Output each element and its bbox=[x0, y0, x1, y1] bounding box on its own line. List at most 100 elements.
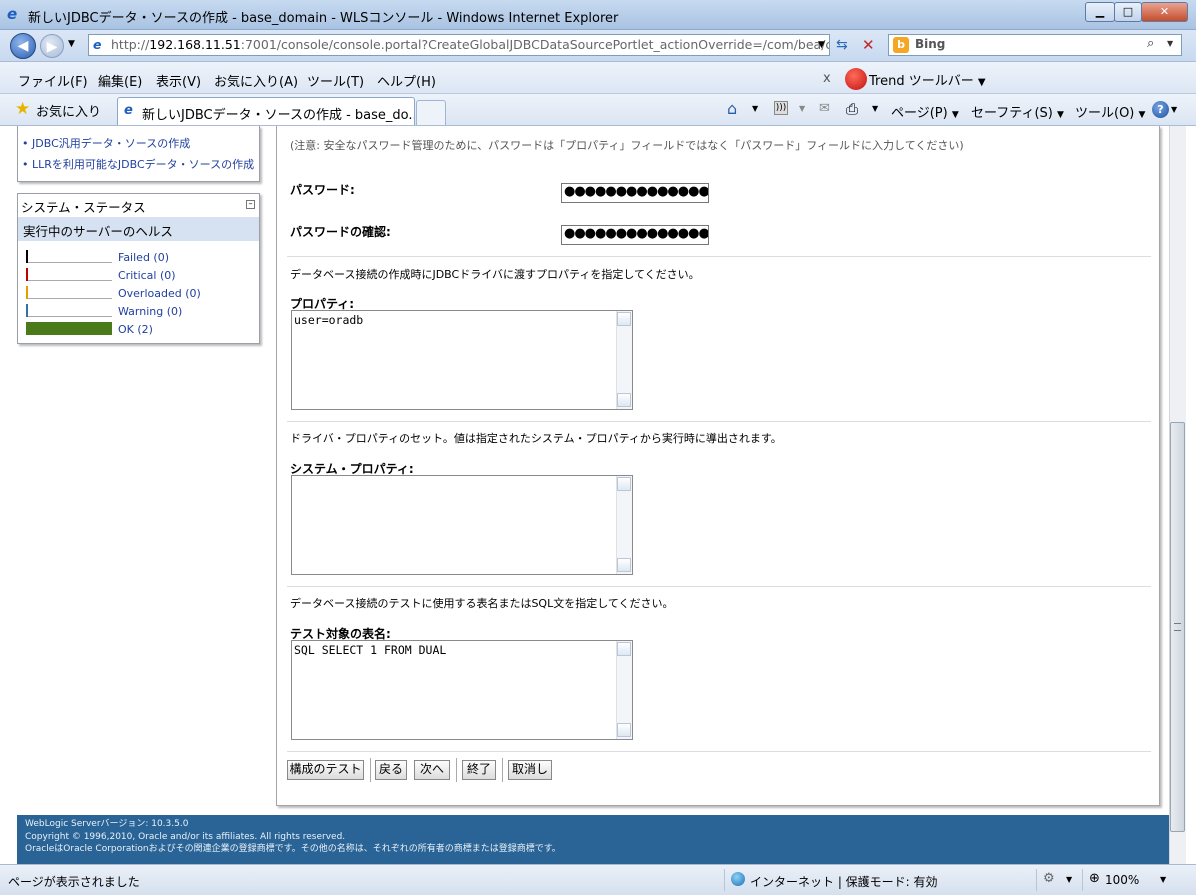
create-links-box: • JDBC汎用データ・ソースの作成 • LLRを利用可能なJDBCデータ・ソー… bbox=[17, 126, 260, 182]
system-properties-textarea[interactable] bbox=[291, 475, 633, 575]
trend-toolbar-button[interactable]: Trend ツールバー ▼ bbox=[869, 70, 986, 89]
divider bbox=[287, 751, 1151, 752]
feeds-dropdown-icon[interactable]: ▼ bbox=[799, 104, 805, 113]
menu-help[interactable]: ヘルプ(H) bbox=[377, 71, 436, 90]
close-toolbar-icon[interactable]: x bbox=[823, 71, 831, 86]
next-button[interactable]: 次へ bbox=[414, 760, 450, 780]
scroll-up-icon[interactable] bbox=[617, 642, 631, 656]
maximize-button[interactable]: □ bbox=[1114, 2, 1142, 22]
health-link[interactable]: Warning (0) bbox=[118, 305, 182, 318]
link-create-llr-datasource[interactable]: • LLRを利用可能なJDBCデータ・ソースの作成 bbox=[22, 156, 254, 172]
menu-view[interactable]: 表示(V) bbox=[156, 71, 201, 90]
forward-button[interactable]: ▶ bbox=[40, 34, 64, 58]
feeds-icon[interactable]: ))) bbox=[774, 101, 788, 115]
home-icon[interactable]: ⌂ bbox=[727, 99, 737, 118]
home-dropdown-icon[interactable]: ▼ bbox=[752, 104, 758, 113]
address-input[interactable]: e http://192.168.11.51:7001/console/cons… bbox=[88, 34, 830, 56]
scroll-grip-icon bbox=[1174, 623, 1181, 631]
finish-button[interactable]: 終了 bbox=[462, 760, 496, 780]
safety-menu[interactable]: セーフティ(S) ▼ bbox=[971, 102, 1064, 121]
health-bar-fill bbox=[26, 250, 28, 263]
status-bar: ページが表示されました インターネット | 保護モード: 有効 ⚙ ▼ ⊕ 10… bbox=[0, 864, 1196, 895]
link-create-llr-datasource-label: LLRを利用可能なJDBCデータ・ソースの作成 bbox=[32, 158, 255, 171]
scroll-up-icon[interactable] bbox=[617, 477, 631, 491]
footer-trademark: OracleはOracle Corporationおよびその関連企業の登録商標で… bbox=[25, 844, 561, 854]
button-separator bbox=[456, 758, 457, 782]
page-menu-label: ページ(P) bbox=[891, 106, 948, 121]
status-separator bbox=[1036, 869, 1037, 891]
properties-scrollbar[interactable] bbox=[616, 311, 632, 409]
tab-title: 新しいJDBCデータ・ソースの作成 - base_do... bbox=[142, 108, 415, 123]
close-window-button[interactable]: ✕ bbox=[1141, 2, 1188, 22]
scroll-down-icon[interactable] bbox=[617, 558, 631, 572]
stop-icon[interactable]: ✕ bbox=[862, 36, 882, 54]
mail-icon[interactable]: ✉ bbox=[819, 101, 830, 116]
scroll-up-icon[interactable] bbox=[617, 312, 631, 326]
new-tab-button[interactable] bbox=[416, 100, 446, 125]
favorites-button[interactable]: お気に入り bbox=[36, 101, 101, 120]
zoom-icon[interactable]: ⊕ bbox=[1089, 871, 1100, 886]
browser-tab[interactable]: e 新しいJDBCデータ・ソースの作成 - base_do... bbox=[117, 97, 415, 125]
zoom-dropdown-icon[interactable]: ▼ bbox=[1160, 875, 1166, 884]
back-form-button[interactable]: 戻る bbox=[375, 760, 407, 780]
minimize-button[interactable]: ▁ bbox=[1085, 2, 1115, 22]
password-note: (注意: 安全なパスワード管理のために、パスワードは「プロパティ」フィールドでは… bbox=[290, 139, 964, 152]
window-titlebar: e 新しいJDBCデータ・ソースの作成 - base_domain - WLSコ… bbox=[0, 0, 1196, 30]
print-dropdown-icon[interactable]: ▼ bbox=[872, 104, 878, 113]
system-status-subtitle: 実行中のサーバーのヘルス bbox=[18, 217, 259, 241]
health-bar bbox=[26, 304, 112, 317]
link-create-generic-datasource[interactable]: • JDBC汎用データ・ソースの作成 bbox=[22, 135, 190, 151]
search-input[interactable]: b Bing ⌕ ▼ bbox=[888, 34, 1182, 56]
help-icon[interactable]: ? bbox=[1152, 101, 1169, 118]
back-button[interactable]: ◀ bbox=[10, 33, 36, 59]
health-link[interactable]: Overloaded (0) bbox=[118, 287, 201, 300]
scroll-down-icon[interactable] bbox=[617, 723, 631, 737]
health-bar bbox=[26, 268, 112, 281]
password-field[interactable]: ●●●●●●●●●●●●●●●●●●● bbox=[561, 183, 709, 203]
system-status-title: システム・ステータス bbox=[21, 200, 146, 215]
confirm-password-field[interactable]: ●●●●●●●●●●●●●●●●●●● bbox=[561, 225, 709, 245]
print-icon[interactable]: ⎙ bbox=[846, 100, 858, 118]
system-properties-scrollbar[interactable] bbox=[616, 476, 632, 574]
health-link[interactable]: Failed (0) bbox=[118, 251, 169, 264]
scroll-down-icon[interactable] bbox=[617, 393, 631, 407]
menu-tools[interactable]: ツール(T) bbox=[307, 71, 364, 90]
chevron-down-icon: ▼ bbox=[977, 77, 986, 88]
test-table-textarea[interactable]: SQL SELECT 1 FROM DUAL bbox=[291, 640, 633, 740]
test-table-scrollbar[interactable] bbox=[616, 641, 632, 739]
footer-version: WebLogic Serverバージョン: 10.3.5.0 bbox=[25, 819, 189, 829]
protected-mode-icon[interactable]: ⚙ bbox=[1043, 871, 1055, 886]
history-dropdown-icon[interactable]: ▼ bbox=[68, 39, 75, 49]
health-bar-fill bbox=[26, 268, 28, 281]
status-separator bbox=[724, 869, 725, 891]
page-menu[interactable]: ページ(P) ▼ bbox=[891, 102, 959, 121]
tools-menu-label: ツール(O) bbox=[1075, 106, 1135, 121]
menu-edit[interactable]: 編集(E) bbox=[98, 71, 142, 90]
page-icon: e bbox=[93, 37, 102, 52]
health-bar bbox=[26, 286, 112, 299]
address-dropdown-icon[interactable]: ▼ bbox=[818, 40, 825, 50]
cancel-button[interactable]: 取消し bbox=[508, 760, 552, 780]
security-zone[interactable]: インターネット | 保護モード: 有効 bbox=[750, 873, 938, 890]
health-link[interactable]: OK (2) bbox=[118, 323, 153, 336]
search-icon[interactable]: ⌕ bbox=[1147, 36, 1154, 51]
tools-menu[interactable]: ツール(O) ▼ bbox=[1075, 102, 1145, 121]
button-separator bbox=[370, 758, 371, 782]
internet-zone-icon bbox=[731, 872, 745, 886]
refresh-icon[interactable]: ⇆ bbox=[836, 37, 856, 55]
bing-logo-icon: b bbox=[893, 37, 909, 53]
test-table-description: データベース接続のテストに使用する表名またはSQL文を指定してください。 bbox=[290, 597, 674, 610]
help-dropdown-icon[interactable]: ▼ bbox=[1171, 105, 1177, 114]
menu-favorites[interactable]: お気に入り(A) bbox=[214, 71, 298, 90]
protected-dropdown-icon[interactable]: ▼ bbox=[1066, 875, 1072, 884]
search-dropdown-icon[interactable]: ▼ bbox=[1167, 39, 1173, 48]
health-link[interactable]: Critical (0) bbox=[118, 269, 176, 282]
link-create-generic-datasource-label: JDBC汎用データ・ソースの作成 bbox=[32, 137, 191, 150]
page-scrollbar-thumb[interactable] bbox=[1170, 422, 1185, 832]
properties-textarea[interactable]: user=oradb bbox=[291, 310, 633, 410]
zoom-level[interactable]: 100% bbox=[1105, 873, 1139, 887]
health-bar bbox=[26, 250, 112, 263]
menu-file[interactable]: ファイル(F) bbox=[18, 71, 88, 90]
collapse-icon[interactable]: – bbox=[246, 200, 255, 209]
test-configuration-button[interactable]: 構成のテスト bbox=[287, 760, 364, 780]
